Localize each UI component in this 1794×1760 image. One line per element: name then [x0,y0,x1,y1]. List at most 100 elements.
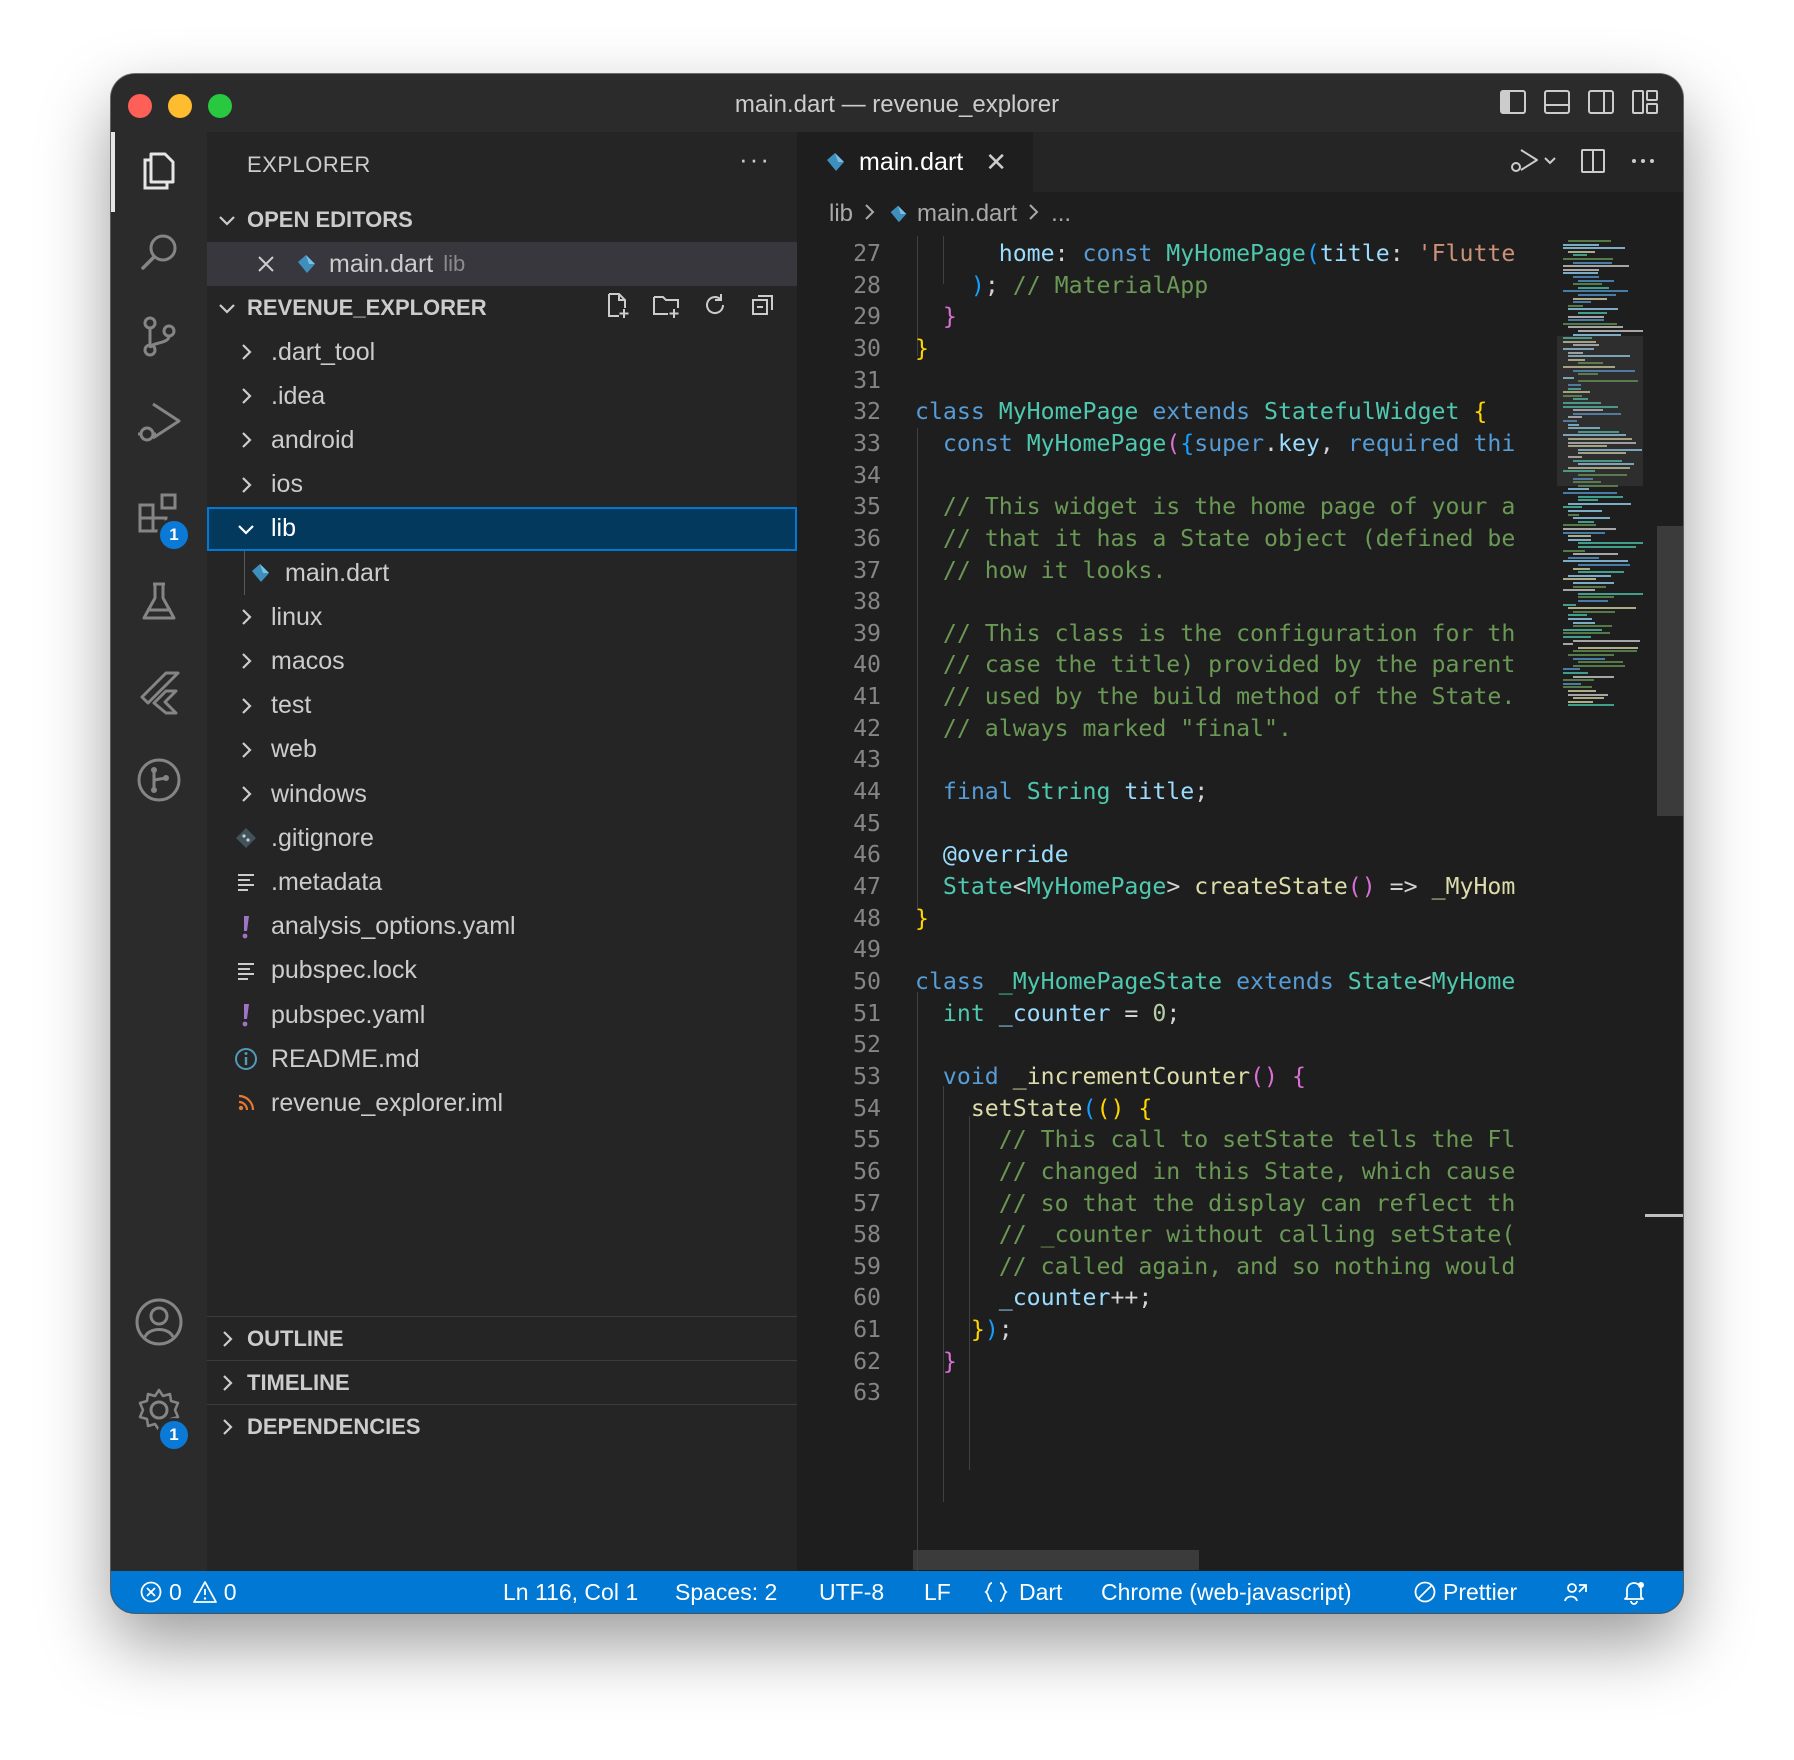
code-line: 52 [797,1031,1557,1067]
minimap-line [1563,578,1596,581]
file-item[interactable]: README.md [207,1037,797,1081]
error-count: 0 [169,1578,182,1605]
refresh-icon[interactable] [701,291,729,325]
activity-bar: 1 1 [111,132,207,1571]
code-editor[interactable]: 27 home: const MyHomePage(title: 'Flutte… [797,236,1557,1571]
source-control-activity[interactable] [111,298,207,378]
minimap-line [1573,254,1587,257]
code-token: () [1347,873,1376,900]
live-share-icon[interactable] [1563,1571,1595,1613]
minimap-line [1578,596,1614,599]
line-number: 62 [853,1347,881,1375]
new-file-icon[interactable] [603,291,631,325]
flutter-activity[interactable] [111,654,207,734]
vscode-window: main.dart — revenue_explorer 1 1 EXPLORE… [111,74,1683,1613]
code-token: // that it has a State object (defined b… [915,524,1516,552]
file-item[interactable]: revenue_explorer.iml [207,1081,797,1125]
open-editors-header[interactable]: OPEN EDITORS [207,198,797,242]
file-item[interactable]: main.dart [207,551,797,595]
extensions-badge: 1 [157,518,191,552]
folder-item[interactable]: lib [207,506,797,551]
breadcrumb-symbol[interactable]: ... [1051,200,1071,228]
minimap-line [1573,657,1605,660]
tab-main-dart[interactable]: main.dart ✕ [797,132,1033,192]
testing-activity[interactable] [111,564,207,644]
folder-item[interactable]: .dart_tool [207,330,797,374]
folder-item[interactable]: ios [207,463,797,507]
notifications-bell-icon[interactable] [1621,1571,1653,1613]
accounts-activity[interactable] [111,1284,207,1364]
folder-item[interactable]: android [207,418,797,462]
explorer-activity[interactable] [111,132,207,212]
breadcrumb-folder[interactable]: lib [829,200,853,228]
minimap-line [1568,326,1623,329]
indentation[interactable]: Spaces: 2 [675,1571,777,1613]
language-mode[interactable]: Dart [983,1571,1062,1613]
problems-indicator[interactable]: 0 0 [139,1571,237,1613]
code-token: ( [1082,1094,1097,1122]
folder-item[interactable]: web [207,728,797,772]
outline-header[interactable]: OUTLINE [207,1316,797,1361]
folder-item[interactable]: linux [207,595,797,639]
encoding[interactable]: UTF-8 [819,1571,884,1613]
open-editor-item[interactable]: main.dart lib [207,242,797,286]
end-of-line[interactable]: LF [924,1571,951,1613]
tree-item-label: test [271,691,312,720]
code-token: State [915,873,1013,900]
toggle-primary-sidebar-icon[interactable] [1499,88,1527,116]
minimap[interactable] [1557,236,1643,1571]
minimap-line [1568,319,1604,322]
minimap-line [1568,315,1604,318]
tree-item-label: .dart_tool [271,337,376,366]
extensions-activity[interactable]: 1 [111,476,207,556]
cursor-position[interactable]: Ln 116, Col 1 [503,1571,638,1613]
breadcrumb-file[interactable]: main.dart [917,200,1017,228]
vertical-scrollbar-thumb[interactable] [1657,526,1683,816]
prettier-status[interactable]: Prettier [1413,1571,1517,1613]
minimap-line [1563,686,1592,689]
git-graph-activity[interactable] [111,742,207,822]
split-editor-icon[interactable] [1579,147,1607,180]
tab-label: main.dart [859,147,964,176]
search-activity[interactable] [111,214,207,294]
yaml-file-icon [233,914,259,940]
run-debug-icon [135,398,183,451]
close-icon[interactable] [253,251,279,277]
tab-close-button[interactable]: ✕ [985,147,1007,178]
file-item[interactable]: pubspec.lock [207,949,797,993]
tree-indent-guide [244,551,245,595]
run-debug-activity[interactable] [111,384,207,464]
folder-item[interactable]: test [207,684,797,728]
dependencies-header[interactable]: DEPENDENCIES [207,1404,797,1449]
new-folder-icon[interactable] [651,291,681,325]
manage-activity[interactable]: 1 [111,1372,207,1452]
more-actions-icon[interactable] [1629,147,1657,180]
folder-item[interactable]: macos [207,639,797,683]
tree-item-label: main.dart [285,558,390,587]
timeline-header[interactable]: TIMELINE [207,1360,797,1405]
file-item[interactable]: pubspec.yaml [207,993,797,1037]
file-item[interactable]: analysis_options.yaml [207,905,797,949]
device-selector[interactable]: Chrome (web-javascript) [1101,1571,1352,1613]
file-item[interactable]: .gitignore [207,816,797,860]
horizontal-scrollbar[interactable] [913,1550,1199,1570]
run-debug-icon[interactable] [1507,146,1557,181]
warning-count: 0 [223,1578,237,1605]
collapse-all-icon[interactable] [749,291,777,325]
file-item[interactable]: .metadata [207,860,797,904]
code-text: // called again, and so nothing would [915,1253,1516,1280]
folder-item[interactable]: .idea [207,374,797,418]
code-line: 55 // This call to setState tells the Fl [797,1126,1557,1162]
minimap-viewport[interactable] [1557,336,1643,486]
project-header[interactable]: REVENUE_EXPLORER [207,286,797,330]
line-number: 63 [853,1379,881,1407]
explorer-more-button[interactable]: ··· [739,144,771,175]
code-token: // case the title) provided by the paren… [915,651,1516,679]
git-file-icon [233,825,259,851]
toggle-secondary-sidebar-icon[interactable] [1587,88,1615,116]
customize-layout-icon[interactable] [1631,88,1659,116]
folder-item[interactable]: windows [207,772,797,816]
vertical-scrollbar[interactable] [1645,236,1683,1571]
code-token: // This class is the configuration for t… [915,619,1516,647]
toggle-panel-icon[interactable] [1543,88,1571,116]
